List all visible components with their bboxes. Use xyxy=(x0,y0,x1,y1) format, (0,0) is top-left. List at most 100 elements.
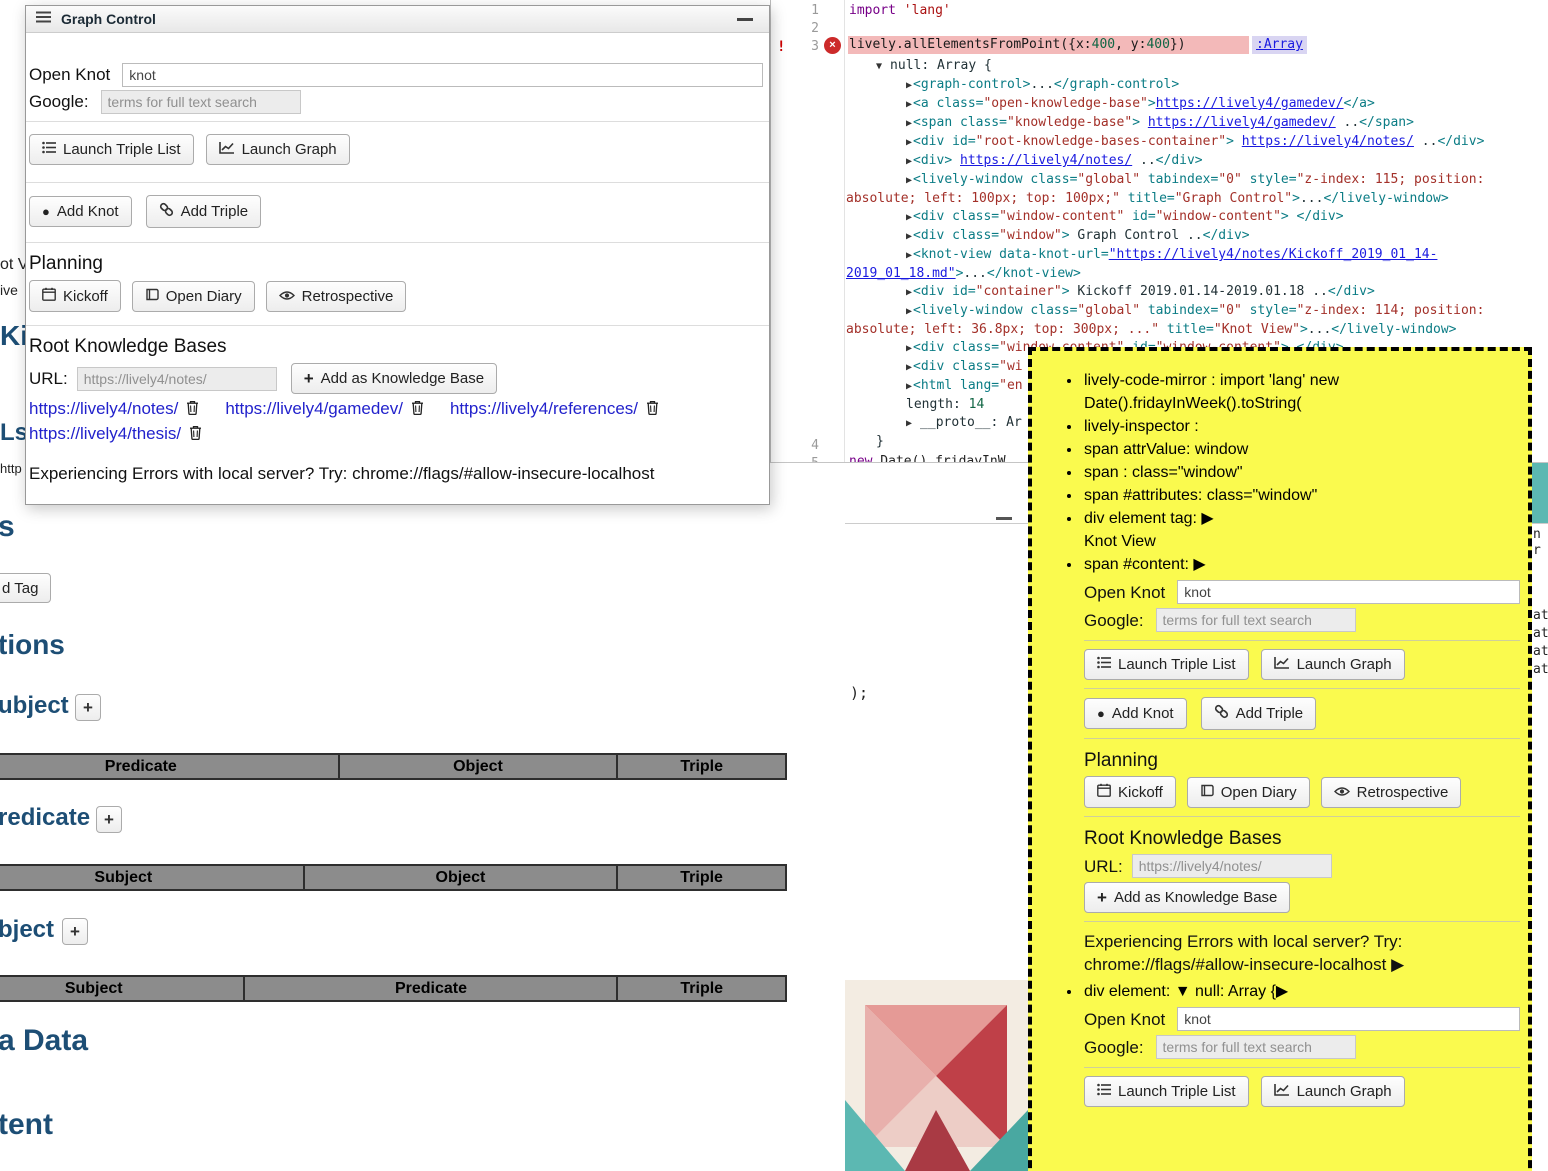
kickoff-button[interactable]: Kickoff xyxy=(29,280,121,312)
open-diary-button[interactable]: Open Diary xyxy=(1187,777,1310,808)
inspector-line[interactable]: ▶<graph-control>...</graph-control> xyxy=(846,76,1548,95)
error-highlighted-line: lively.allElementsFromPoint({x:400, y:40… xyxy=(848,36,1249,54)
google-label: Google: xyxy=(29,92,89,112)
inspector-line[interactable]: ▶<div class="window-content" id="window-… xyxy=(846,208,1548,227)
kickoff-button[interactable]: Kickoff xyxy=(1084,776,1176,808)
divider xyxy=(1084,688,1520,689)
open-knot-input[interactable] xyxy=(1177,1007,1520,1031)
table-header: Predicate xyxy=(0,754,339,779)
trash-icon[interactable] xyxy=(187,425,204,443)
knot-circle-icon: ● xyxy=(1097,707,1105,720)
window-menu-icon[interactable] xyxy=(36,10,51,28)
add-knowledge-base-button[interactable]: + Add as Knowledge Base xyxy=(1084,882,1290,913)
open-knot-input[interactable] xyxy=(1177,580,1520,604)
launch-triple-list-button[interactable]: Launch Triple List xyxy=(1084,1076,1249,1107)
inspector-overlay-list: lively-code-mirror : import 'lang' new D… xyxy=(1060,369,1520,1107)
launch-graph-button[interactable]: Launch Graph xyxy=(1261,1076,1405,1107)
inspector-text: ▶ xyxy=(906,418,920,429)
add-row-button[interactable]: + xyxy=(75,694,101,721)
launch-graph-button[interactable]: Launch Graph xyxy=(1261,649,1405,680)
inspector-line[interactable]: 2019_01_18.md">...</knot-view> xyxy=(846,265,1548,283)
inspector-line[interactable]: ▶<div id="container"> Kickoff 2019.01.14… xyxy=(846,283,1548,302)
inspector-line[interactable]: ▶<div> https://lively4/notes/ ..</div> xyxy=(846,152,1548,171)
inspector-text: "z-index: 115; position: xyxy=(1297,172,1485,187)
open-diary-button[interactable]: Open Diary xyxy=(132,281,255,312)
inspector-text: > xyxy=(1292,191,1300,206)
inspector-link[interactable]: https://lively4/gamedev/ xyxy=(1156,96,1344,111)
knowledge-base-links-row: https://lively4/notes/ https://lively4/g… xyxy=(29,399,763,419)
knowledge-base-link[interactable]: https://lively4/gamedev/ xyxy=(225,399,403,419)
trash-icon[interactable] xyxy=(184,400,201,418)
section-heading-fragment: bject xyxy=(0,916,54,944)
inspector-text: "knowledge-base" xyxy=(1007,115,1132,130)
add-triple-button[interactable]: Add Triple xyxy=(146,195,262,228)
link-icon xyxy=(1214,704,1229,723)
inspector-text: ▶ xyxy=(906,99,913,110)
window-minimize-button[interactable] xyxy=(996,517,1012,520)
window-minimize-button[interactable] xyxy=(737,18,753,21)
retrospective-button[interactable]: Retrospective xyxy=(266,281,407,312)
inspector-text: "wi xyxy=(999,359,1022,374)
triple-table: SubjectPredicateTriple xyxy=(0,975,787,1002)
inspector-line[interactable]: ▶<knot-view data-knot-url="https://livel… xyxy=(846,246,1548,265)
inspector-text: ▶ xyxy=(906,156,913,167)
google-search-input[interactable] xyxy=(101,90,301,114)
inspector-text: absolute; left: 36.8px; top: 300px; ..." xyxy=(846,322,1159,337)
url-input[interactable] xyxy=(77,367,277,391)
add-row-button[interactable]: + xyxy=(62,918,88,945)
divider xyxy=(26,325,769,326)
url-input[interactable] xyxy=(1132,854,1332,878)
add-knot-button[interactable]: ● Add Knot xyxy=(29,196,132,227)
add-knot-button[interactable]: ● Add Knot xyxy=(1084,698,1187,729)
root-kb-heading: Root Knowledge Bases xyxy=(1084,827,1520,850)
inspector-link[interactable]: "https://lively4/notes/Kickoff_2019_01_1… xyxy=(1109,247,1438,262)
google-search-input[interactable] xyxy=(1156,608,1356,632)
inspector-line[interactable]: ▶<span class="knowledge-base"> https://l… xyxy=(846,114,1548,133)
inspector-text: > xyxy=(1226,134,1242,149)
overlay-embedded-graph-control-2: Open Knot Google: Launch Triple List xyxy=(1084,1007,1520,1107)
inspector-line[interactable]: ▶<div id="root-knowledge-bases-container… xyxy=(846,133,1548,152)
array-result-link[interactable]: :Array xyxy=(1252,36,1307,54)
inspector-text: <span class= xyxy=(913,115,1007,130)
window-titlebar[interactable]: Graph Control xyxy=(26,6,769,33)
inspector-link[interactable]: https://lively4/gamedev/ xyxy=(1148,115,1336,130)
knowledge-base-link[interactable]: https://lively4/notes/ xyxy=(29,399,178,419)
inspector-line[interactable]: ▶<div class="window"> Graph Control ..</… xyxy=(846,227,1548,246)
trash-icon[interactable] xyxy=(409,400,426,418)
inspector-link[interactable]: https://lively4/notes/ xyxy=(960,153,1132,168)
inspector-line[interactable]: ▶<lively-window class="global" tabindex=… xyxy=(846,302,1548,321)
knowledge-base-link[interactable]: https://lively4/thesis/ xyxy=(29,424,181,444)
trash-icon[interactable] xyxy=(644,400,661,418)
inspector-text: </div> xyxy=(1437,134,1484,149)
inspector-text: > </div> xyxy=(1281,209,1344,224)
chart-icon xyxy=(1274,656,1290,673)
add-row-button[interactable]: + xyxy=(96,806,122,833)
google-row: Google: xyxy=(29,90,763,114)
inspector-text: <a class= xyxy=(913,96,983,111)
page-fragment: http xyxy=(0,461,25,476)
add-tag-button[interactable]: d Tag xyxy=(0,573,51,603)
google-search-input[interactable] xyxy=(1156,1035,1356,1059)
launch-graph-button[interactable]: Launch Graph xyxy=(206,134,350,165)
add-triple-button[interactable]: Add Triple xyxy=(1201,697,1317,730)
inspector-text: ▶ xyxy=(906,118,913,129)
inspector-line[interactable]: absolute; left: 36.8px; top: 300px; ..."… xyxy=(846,321,1548,339)
inspector-line[interactable]: ▶<a class="open-knowledge-base">https://… xyxy=(846,95,1548,114)
add-knowledge-base-button[interactable]: + Add as Knowledge Base xyxy=(291,363,497,394)
code-line-1: import 'lang' xyxy=(849,2,951,20)
inspector-line[interactable]: absolute; left: 100px; top: 100px;" titl… xyxy=(846,190,1548,208)
inspector-link[interactable]: 2019_01_18.md" xyxy=(846,266,956,281)
inspector-text: tabindex= xyxy=(1140,303,1218,318)
inspector-text: ▶ xyxy=(906,381,913,392)
inspector-text: <graph-control> xyxy=(913,77,1030,92)
retrospective-button[interactable]: Retrospective xyxy=(1321,777,1462,808)
open-knot-input[interactable] xyxy=(122,63,763,87)
inspector-line[interactable]: ▶<lively-window class="global" tabindex=… xyxy=(846,171,1548,190)
inspector-link[interactable]: https://lively4/notes/ xyxy=(1242,134,1414,149)
launch-triple-list-button[interactable]: Launch Triple List xyxy=(1084,649,1249,680)
knowledge-base-link[interactable]: https://lively4/references/ xyxy=(450,399,638,419)
launch-triple-list-button[interactable]: Launch Triple List xyxy=(29,134,194,165)
launch-buttons-row: Launch Triple List Launch Graph xyxy=(1084,649,1520,680)
inspector-line[interactable]: ▼ null: Array { xyxy=(846,57,1548,76)
inspector-text: "global" xyxy=(1077,303,1140,318)
